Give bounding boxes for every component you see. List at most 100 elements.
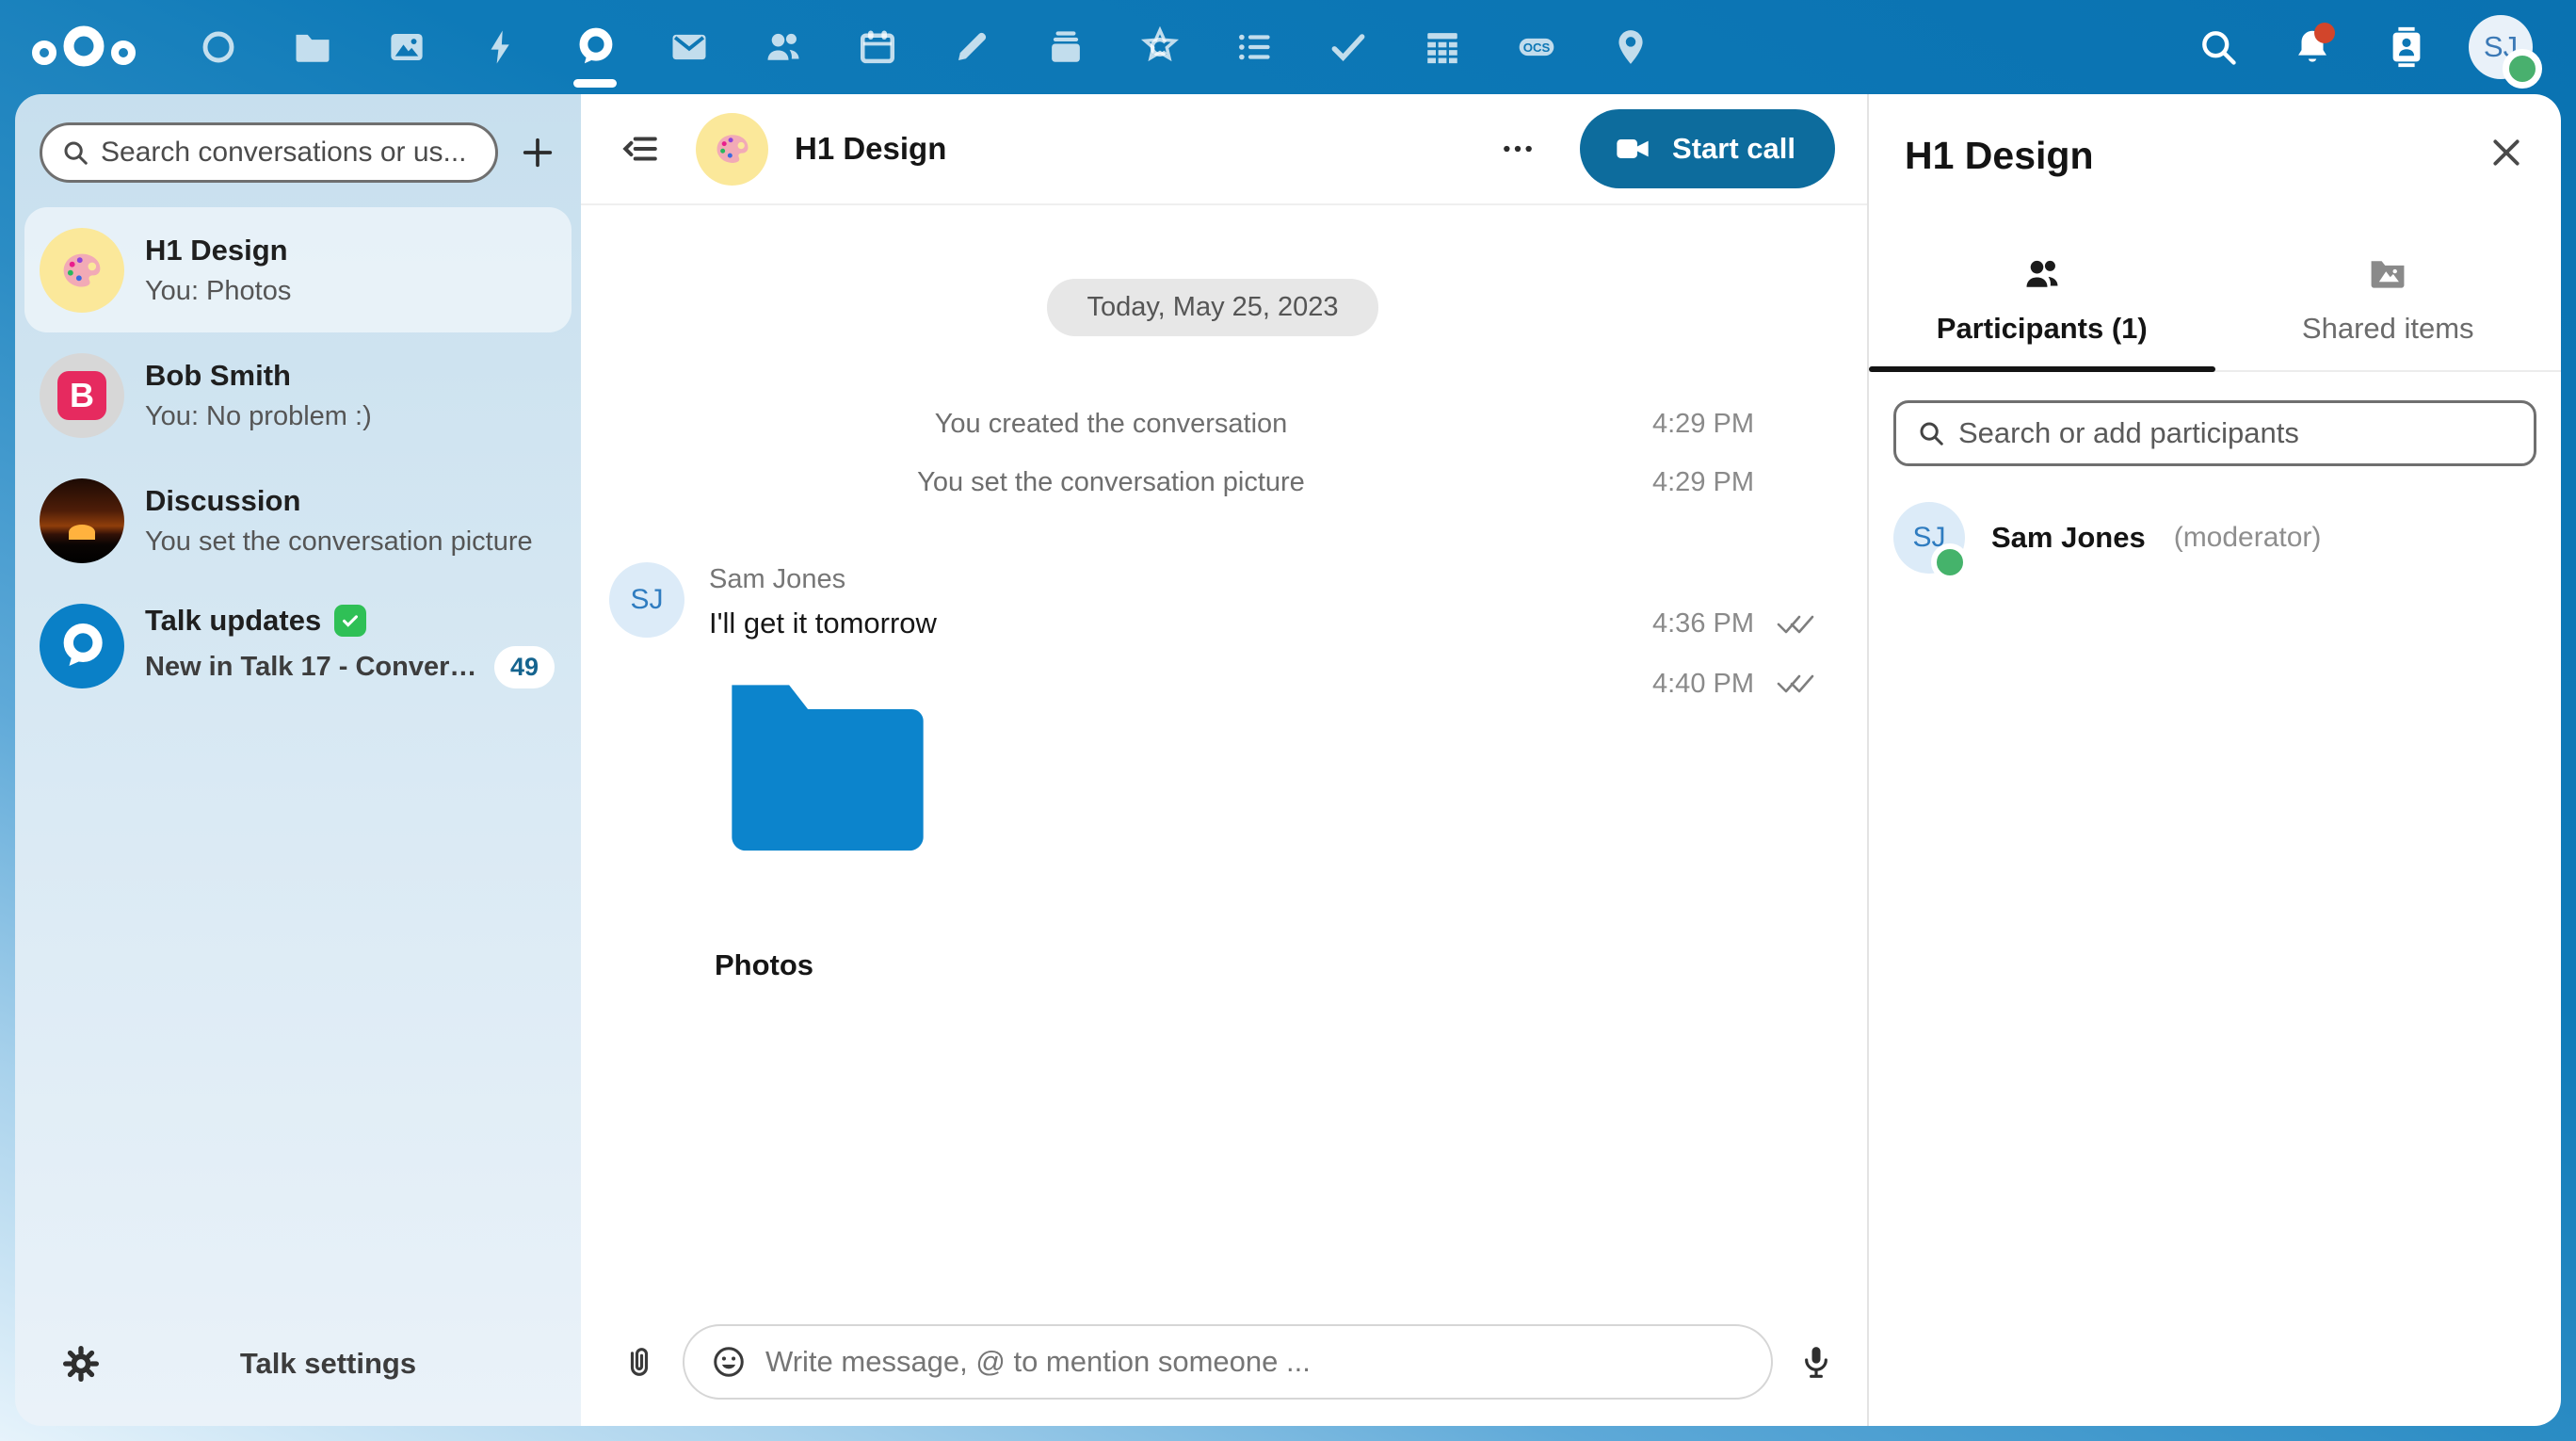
- close-icon[interactable]: [2487, 134, 2525, 171]
- files-icon[interactable]: [266, 0, 360, 94]
- contacts-menu-icon[interactable]: [2359, 0, 2454, 94]
- topbar-right-cluster: SJ: [2171, 0, 2548, 94]
- conversation-item-talk-updates[interactable]: Talk updates New in Talk 17 - Convers… 4…: [24, 583, 572, 708]
- online-status-dot: [2503, 49, 2542, 89]
- message-time: 4:40 PM: [1613, 669, 1754, 700]
- read-receipt-icon: [1775, 669, 1816, 697]
- message-text: I'll get it tomorrow: [709, 607, 1613, 640]
- calendar-icon[interactable]: [830, 0, 925, 94]
- contacts-icon[interactable]: [736, 0, 830, 94]
- conversation-item-h1-design[interactable]: H1 Design You: Photos: [24, 207, 572, 332]
- message-list: Today, May 25, 2023 You created the conv…: [581, 205, 1867, 1307]
- conversation-search-box[interactable]: [40, 122, 498, 183]
- folder-icon: [720, 674, 935, 853]
- nextcloud-logo-icon[interactable]: [28, 14, 139, 80]
- date-separator: Today, May 25, 2023: [1047, 279, 1377, 336]
- conversation-item-bob-smith[interactable]: B Bob Smith You: No problem :): [24, 332, 572, 458]
- chat-header: H1 Design Start call: [581, 94, 1867, 205]
- palette-avatar: [40, 228, 124, 313]
- video-camera-icon: [1614, 130, 1651, 168]
- notification-badge: [2314, 23, 2335, 43]
- conversation-title: Talk updates: [145, 604, 321, 638]
- attachment-name: Photos: [715, 948, 1613, 982]
- collapse-sidebar-icon[interactable]: [620, 129, 660, 169]
- mail-icon[interactable]: [642, 0, 736, 94]
- folder-attachment[interactable]: Photos: [709, 661, 1613, 982]
- participant-list: SJ Sam Jones (moderator): [1869, 478, 2561, 598]
- message-input-bar: [581, 1307, 1867, 1426]
- new-conversation-button[interactable]: [507, 122, 568, 183]
- participant-role: (moderator): [2174, 522, 2322, 554]
- message-author: Sam Jones: [709, 564, 1816, 595]
- message-time: 4:29 PM: [1613, 467, 1754, 498]
- conversation-details-sidebar: H1 Design Participants (1) Shared items …: [1867, 94, 2561, 1426]
- conversation-last-message: You set the conversation picture: [145, 526, 555, 558]
- dashboard-icon[interactable]: [171, 0, 266, 94]
- shared-items-icon: [2367, 253, 2408, 295]
- photos-icon[interactable]: [360, 0, 454, 94]
- emoji-picker-icon[interactable]: [711, 1344, 747, 1380]
- system-message: You set the conversation picture 4:29 PM: [609, 453, 1816, 511]
- sender-avatar[interactable]: SJ: [609, 562, 684, 638]
- bob-avatar-letter: B: [57, 371, 106, 420]
- tab-participants[interactable]: Participants (1): [1869, 253, 2215, 370]
- unread-count-badge: 49: [494, 646, 555, 688]
- participant-search-input[interactable]: [1958, 416, 2513, 450]
- read-receipt-icon: [1775, 609, 1816, 638]
- app-container: H1 Design You: Photos B Bob Smith You: N…: [15, 94, 2561, 1426]
- checkmark-icon[interactable]: [1301, 0, 1395, 94]
- conversations-sidebar: H1 Design You: Photos B Bob Smith You: N…: [15, 94, 581, 1426]
- conversation-last-message: You: No problem :): [145, 401, 555, 432]
- system-message: You created the conversation 4:29 PM: [609, 395, 1816, 453]
- activity-icon[interactable]: [454, 0, 548, 94]
- conversation-title: Bob Smith: [145, 359, 555, 393]
- participant-search-box[interactable]: [1893, 400, 2536, 466]
- talk-icon[interactable]: [548, 0, 642, 94]
- plus-icon: [519, 134, 556, 171]
- tables-icon[interactable]: [1395, 0, 1489, 94]
- start-call-button[interactable]: Start call: [1580, 109, 1835, 188]
- participant-name: Sam Jones: [1991, 521, 2146, 555]
- participants-icon: [2021, 253, 2063, 295]
- verified-check-icon: [334, 605, 366, 637]
- user-avatar[interactable]: SJ: [2454, 0, 2548, 94]
- message-time: 4:36 PM: [1613, 608, 1754, 640]
- top-navigation-bar: OCS SJ: [0, 0, 2576, 94]
- search-icon: [61, 138, 89, 167]
- app-menu: OCS: [171, 0, 1678, 94]
- conversation-last-message: You: Photos: [145, 276, 555, 307]
- tasks-icon[interactable]: [1207, 0, 1301, 94]
- talk-settings-button[interactable]: Talk settings: [100, 1347, 556, 1381]
- chat-message: SJ Sam Jones I'll get it tomorrow 4:36 P…: [609, 562, 1816, 640]
- bob-avatar: B: [40, 353, 124, 438]
- collectives-icon[interactable]: [1113, 0, 1207, 94]
- talk-logo-avatar: [40, 604, 124, 688]
- details-title: H1 Design: [1905, 134, 2487, 178]
- notes-icon[interactable]: [925, 0, 1019, 94]
- conversation-search-input[interactable]: [101, 137, 476, 169]
- settings-gear-icon[interactable]: [62, 1345, 100, 1383]
- participant-row[interactable]: SJ Sam Jones (moderator): [1869, 478, 2561, 598]
- voice-message-icon[interactable]: [1797, 1343, 1835, 1381]
- online-status-dot: [1931, 543, 1969, 581]
- conversation-avatar[interactable]: [696, 113, 768, 186]
- deck-icon[interactable]: [1019, 0, 1113, 94]
- conversation-item-discussion[interactable]: Discussion You set the conversation pict…: [24, 458, 572, 583]
- chat-panel: H1 Design Start call Today, May 25, 2023…: [581, 94, 1867, 1426]
- maps-icon[interactable]: [1584, 0, 1678, 94]
- conversation-title: Discussion: [145, 484, 555, 518]
- svg-text:OCS: OCS: [1523, 40, 1551, 55]
- chat-message-attachment: Photos 4:40 PM: [609, 661, 1816, 982]
- more-actions-icon[interactable]: [1488, 119, 1548, 179]
- sunset-photo-avatar: [40, 478, 124, 563]
- ocs-icon[interactable]: OCS: [1489, 0, 1584, 94]
- details-tabs: Participants (1) Shared items: [1869, 253, 2561, 372]
- notifications-bell-icon[interactable]: [2265, 0, 2359, 94]
- conversation-last-message: New in Talk 17 - Convers…: [145, 652, 483, 683]
- message-input[interactable]: [765, 1345, 1745, 1379]
- unified-search-icon[interactable]: [2171, 0, 2265, 94]
- sidebar-footer: Talk settings: [15, 1311, 581, 1426]
- message-time: 4:29 PM: [1613, 409, 1754, 440]
- attach-file-icon[interactable]: [620, 1343, 658, 1381]
- tab-shared-items[interactable]: Shared items: [2215, 253, 2562, 370]
